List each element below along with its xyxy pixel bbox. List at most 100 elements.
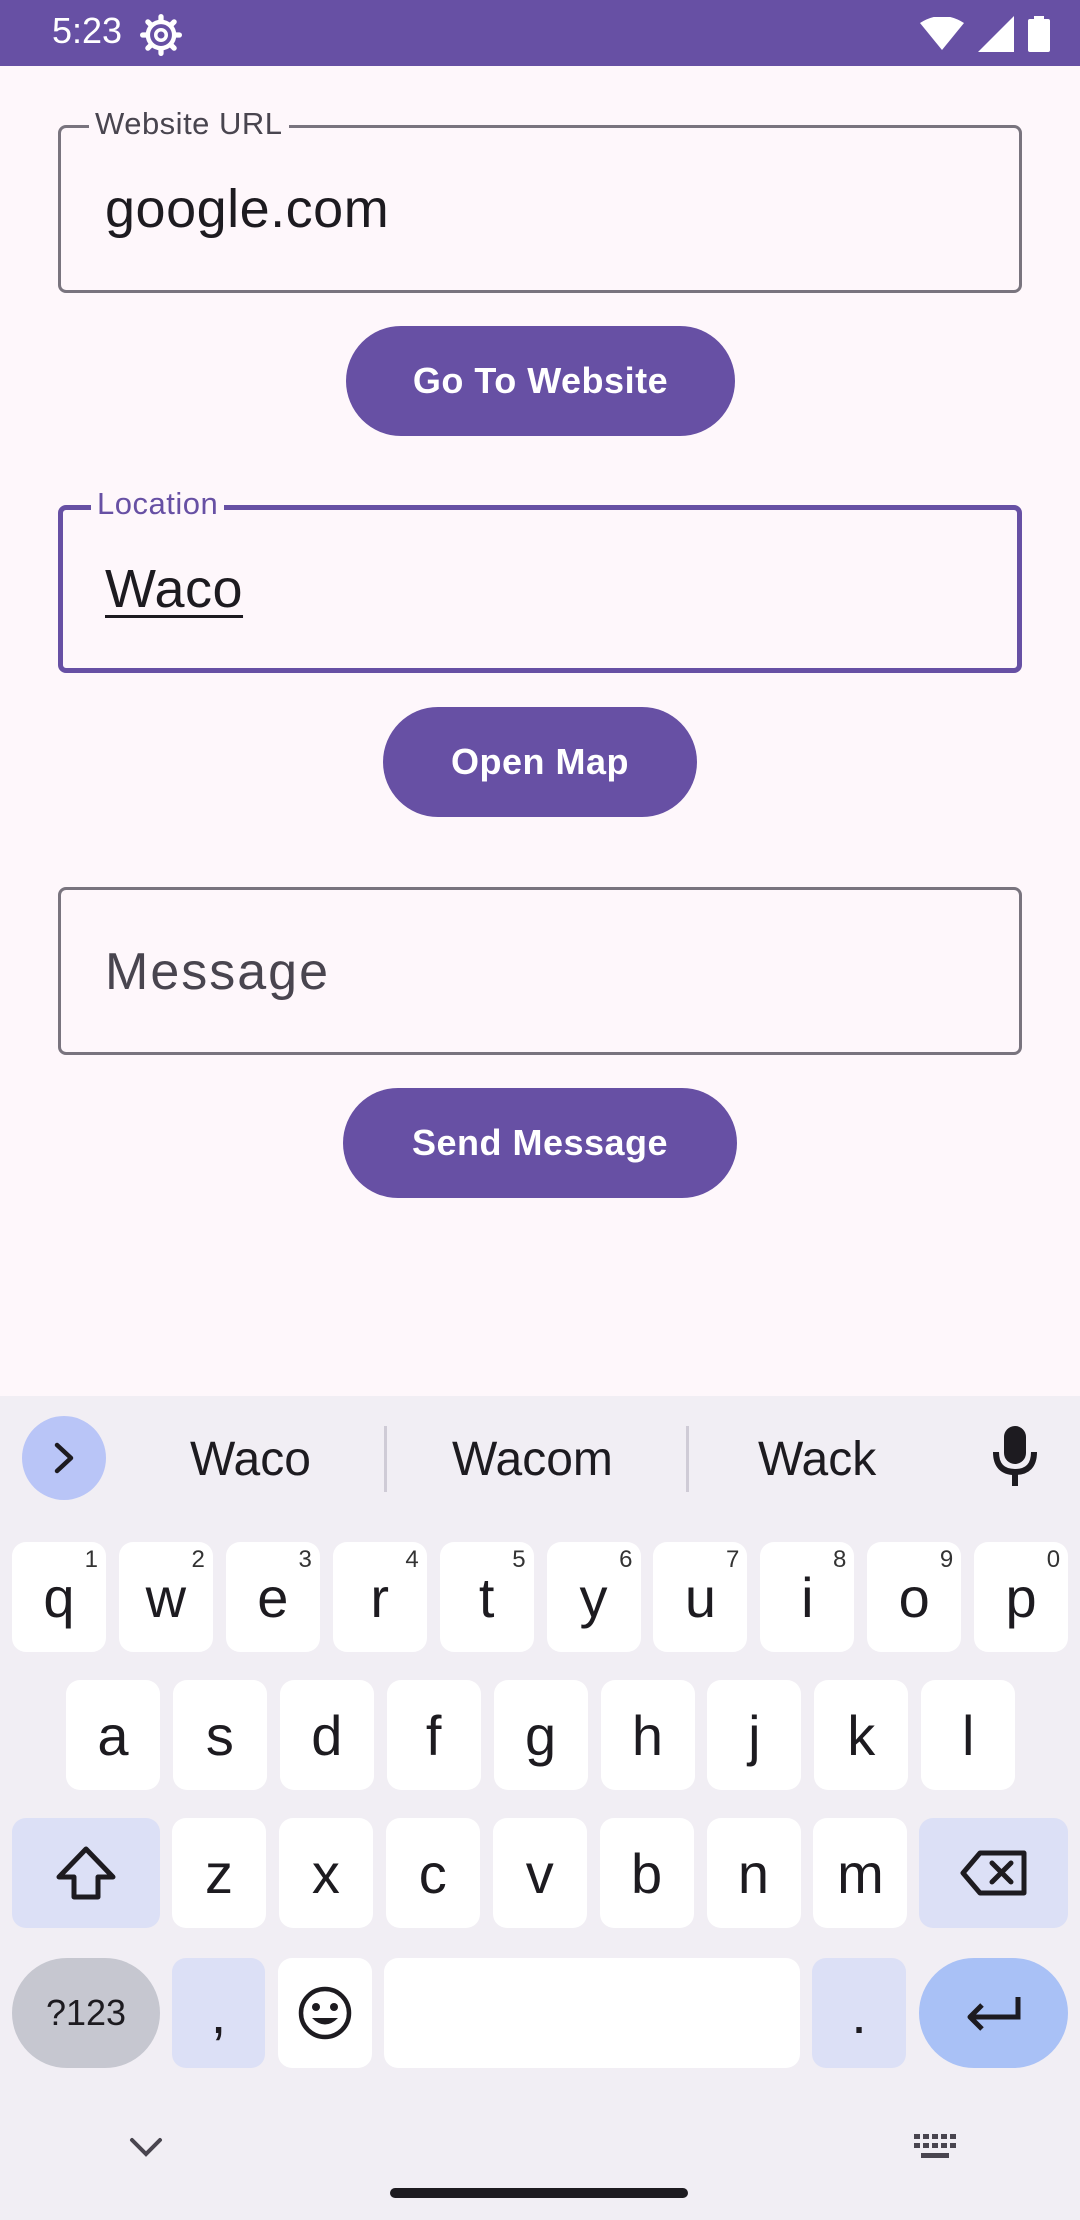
send-message-button[interactable]: Send Message xyxy=(343,1088,737,1198)
key-label: o xyxy=(898,1565,930,1629)
backspace-key[interactable] xyxy=(919,1818,1068,1928)
key-hint: 7 xyxy=(726,1546,740,1573)
key-label: a xyxy=(97,1703,129,1767)
message-placeholder: Message xyxy=(105,943,330,1001)
shift-icon xyxy=(56,1846,116,1900)
settings-gear-icon xyxy=(140,14,182,56)
key-h[interactable]: h xyxy=(600,1680,695,1790)
suggestion-bar: Waco Wacom Wack xyxy=(0,1396,1080,1516)
microphone-icon[interactable] xyxy=(992,1426,1038,1486)
key-label: z xyxy=(205,1841,233,1905)
symbols-key[interactable]: ?123 xyxy=(12,1958,160,2068)
status-time: 5:23 xyxy=(52,10,123,51)
key-label: i xyxy=(801,1565,814,1629)
enter-key[interactable] xyxy=(919,1958,1068,2068)
key-v[interactable]: v xyxy=(492,1818,587,1928)
key-y[interactable]: y6 xyxy=(546,1542,641,1652)
key-w[interactable]: w2 xyxy=(118,1542,213,1652)
key-m[interactable]: m xyxy=(813,1818,908,1928)
go-to-website-button[interactable]: Go To Website xyxy=(346,326,735,436)
key-p[interactable]: p0 xyxy=(974,1542,1069,1652)
key-r[interactable]: r4 xyxy=(332,1542,427,1652)
soft-keyboard: Waco Wacom Wack q1w2e3r4t5y6u7i8o9p0 asd… xyxy=(0,1396,1080,2220)
space-key[interactable] xyxy=(384,1958,800,2068)
key-label: j xyxy=(748,1703,761,1767)
key-u[interactable]: u7 xyxy=(653,1542,748,1652)
key-label: e xyxy=(257,1565,289,1629)
expand-toolbar-button[interactable] xyxy=(22,1416,106,1500)
key-l[interactable]: l xyxy=(921,1680,1016,1790)
key-i[interactable]: i8 xyxy=(760,1542,855,1652)
key-z[interactable]: z xyxy=(172,1818,266,1928)
status-icons xyxy=(920,14,1050,54)
key-label: n xyxy=(737,1841,770,1905)
comma-key[interactable]: , xyxy=(172,1958,265,2068)
key-label: y xyxy=(579,1565,608,1629)
key-label: u xyxy=(684,1565,716,1629)
key-hint: 8 xyxy=(832,1546,847,1573)
key-label: r xyxy=(370,1565,390,1629)
chevron-right-icon xyxy=(54,1442,74,1474)
key-k[interactable]: k xyxy=(814,1680,909,1790)
suggestion-divider xyxy=(686,1426,689,1492)
key-label: q xyxy=(43,1565,75,1629)
suggestion-3[interactable]: Wack xyxy=(758,1432,876,1487)
key-b[interactable]: b xyxy=(599,1818,694,1928)
location-field[interactable]: Location Waco xyxy=(58,486,1022,673)
website-url-label: Website URL xyxy=(89,106,289,142)
enter-arrow-icon xyxy=(967,1997,1020,2031)
key-label: k xyxy=(847,1703,876,1767)
shift-key[interactable] xyxy=(12,1818,160,1928)
key-f[interactable]: f xyxy=(386,1680,481,1790)
key-label: b xyxy=(631,1841,663,1905)
key-label: t xyxy=(478,1565,495,1629)
key-hint: 4 xyxy=(405,1546,419,1573)
key-label: x xyxy=(311,1841,340,1905)
key-hint: 0 xyxy=(1046,1546,1061,1573)
suggestion-1[interactable]: Waco xyxy=(190,1432,311,1487)
message-field[interactable]: Message xyxy=(58,887,1022,1055)
keyboard-switch-icon[interactable] xyxy=(912,2132,958,2162)
key-x[interactable]: x xyxy=(278,1818,373,1928)
key-label: s xyxy=(205,1703,234,1767)
location-value: Waco xyxy=(105,559,244,619)
key-label: h xyxy=(631,1703,664,1767)
battery-icon xyxy=(1028,16,1050,52)
key-c[interactable]: c xyxy=(385,1818,480,1928)
key-hint: 6 xyxy=(619,1546,633,1573)
open-map-button[interactable]: Open Map xyxy=(383,707,697,817)
key-s[interactable]: s xyxy=(172,1680,267,1790)
key-q[interactable]: q1 xyxy=(12,1542,106,1652)
status-bar: 5:23 xyxy=(0,0,1080,66)
key-label: w xyxy=(145,1565,187,1629)
key-g[interactable]: g xyxy=(493,1680,588,1790)
key-label: d xyxy=(311,1703,343,1767)
key-label: l xyxy=(961,1703,975,1767)
wifi-icon xyxy=(920,17,964,50)
key-n[interactable]: n xyxy=(706,1818,801,1928)
website-url-field[interactable]: Website URL google.com xyxy=(58,106,1022,293)
location-label: Location xyxy=(91,486,225,522)
key-o[interactable]: o9 xyxy=(867,1542,962,1652)
website-url-value: google.com xyxy=(105,179,390,239)
key-t[interactable]: t5 xyxy=(439,1542,534,1652)
home-indicator[interactable] xyxy=(390,2188,688,2198)
hide-keyboard-chevron-icon[interactable] xyxy=(128,2136,164,2158)
key-j[interactable]: j xyxy=(707,1680,802,1790)
key-a[interactable]: a xyxy=(66,1680,160,1790)
cellular-signal-icon xyxy=(978,16,1014,52)
key-hint: 1 xyxy=(84,1546,98,1573)
emoji-icon xyxy=(298,1986,352,2040)
key-d[interactable]: d xyxy=(279,1680,374,1790)
key-label: p xyxy=(1005,1565,1037,1629)
suggestion-divider xyxy=(384,1426,387,1492)
period-key[interactable]: . xyxy=(812,1958,906,2068)
key-hint: 5 xyxy=(512,1546,526,1573)
key-label: g xyxy=(525,1703,557,1767)
key-e[interactable]: e3 xyxy=(225,1542,320,1652)
emoji-key[interactable] xyxy=(278,1958,372,2068)
suggestion-2[interactable]: Wacom xyxy=(452,1432,613,1487)
key-label: m xyxy=(837,1841,884,1905)
key-label: f xyxy=(425,1703,442,1767)
key-hint: 3 xyxy=(298,1546,312,1573)
